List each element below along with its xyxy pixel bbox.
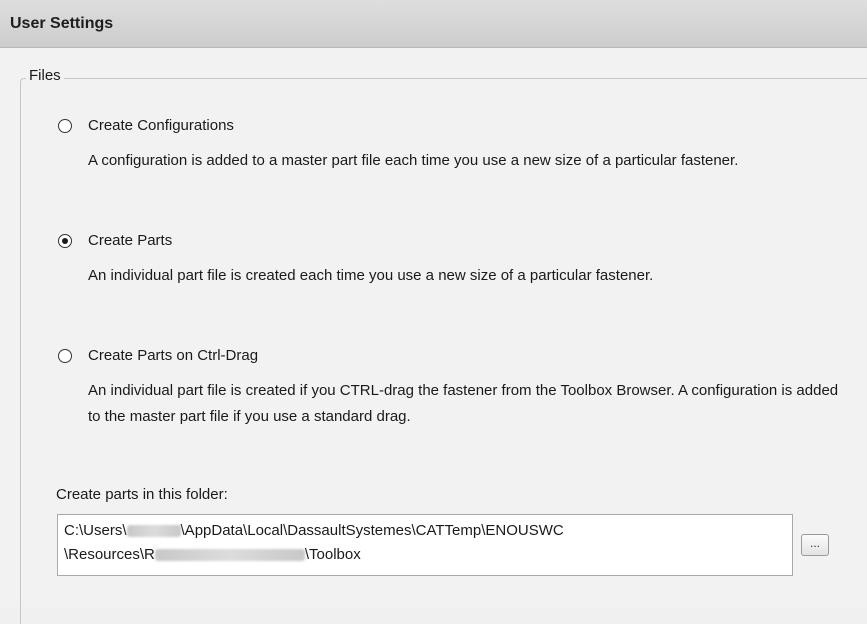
- folder-path-line-2: \Resources\R \Toolbox: [64, 546, 361, 563]
- redacted-username: [126, 525, 181, 538]
- option-description: An individual part file is created each …: [88, 267, 654, 284]
- folder-label: Create parts in this folder:: [56, 486, 228, 503]
- option-description: A configuration is added to a master par…: [88, 152, 739, 169]
- redacted-id: [154, 549, 305, 562]
- radio-create-parts-ctrl-drag[interactable]: [58, 349, 72, 363]
- page-title: User Settings: [10, 15, 114, 32]
- browse-folder-button[interactable]: ...: [801, 534, 829, 556]
- option-description: An individual part file is created if yo…: [88, 382, 839, 425]
- header-bar: User Settings: [0, 0, 867, 48]
- files-group-legend: Files: [26, 67, 64, 84]
- option-label[interactable]: Create Parts on Ctrl-Drag: [88, 347, 258, 364]
- option-label[interactable]: Create Configurations: [88, 117, 234, 134]
- radio-create-configurations[interactable]: [58, 119, 72, 133]
- option-label[interactable]: Create Parts: [88, 232, 172, 249]
- folder-path-field[interactable]: C:\Users\ \AppData\Local\DassaultSystemes…: [57, 514, 793, 576]
- folder-path-line-1: C:\Users\ \AppData\Local\DassaultSystemes…: [64, 522, 564, 539]
- radio-create-parts[interactable]: [58, 234, 72, 248]
